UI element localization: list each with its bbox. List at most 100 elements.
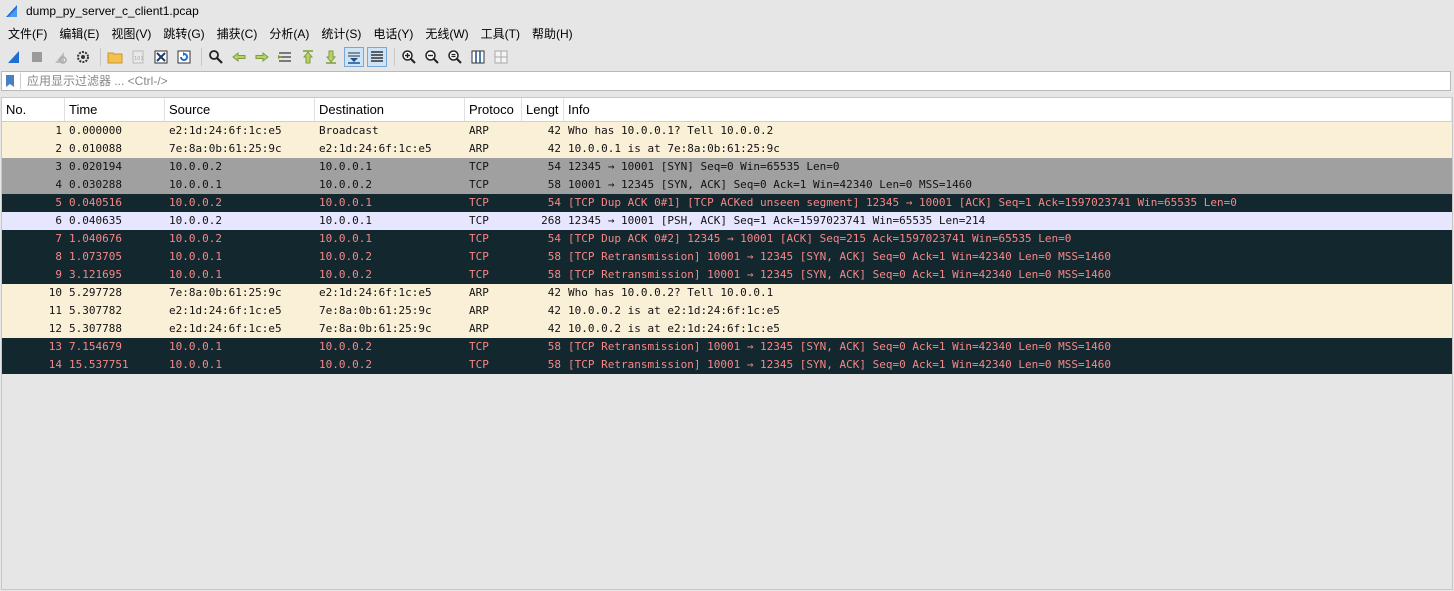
toolbar-separator [201, 48, 202, 66]
menu-edit[interactable]: 编辑(E) [53, 25, 105, 42]
shark-fin-start-icon[interactable] [4, 47, 24, 67]
stop-icon[interactable] [27, 47, 47, 67]
packet-info-cell: [TCP Dup ACK 0#2] 12345 → 10001 [ACK] Se… [568, 232, 1072, 245]
window-title: dump_py_server_c_client1.pcap [26, 4, 199, 18]
reload-icon[interactable] [174, 47, 194, 67]
packet-row[interactable]: 7 1.040676 10.0.0.2 10.0.0.1 TCP 54 [TCP Dup A… [2, 230, 1452, 248]
packet-info-cell: [TCP Dup ACK 0#1] [TCP ACKed unseen segm… [568, 196, 1237, 209]
packet-row[interactable]: 13 7.154679 10.0.0.1 10.0.0.2 TCP 58 [TCP Retr… [2, 338, 1452, 356]
column-header-time[interactable]: Time [65, 98, 165, 121]
zoom-in-icon[interactable] [399, 47, 419, 67]
packet-destination-cell: 7e:8a:0b:61:25:9c [319, 322, 432, 335]
column-header-destination[interactable]: Destination [315, 98, 465, 121]
packet-row[interactable]: 12 5.307788 e2:1d:24:6f:1c:e5 7e:8a:0b:61:2… [2, 320, 1452, 338]
packet-destination-cell: e2:1d:24:6f:1c:e5 [319, 142, 432, 155]
packet-destination-cell: 10.0.0.2 [319, 250, 372, 263]
packet-time-cell: 5.297728 [69, 286, 122, 299]
autoscroll-icon[interactable] [344, 47, 364, 67]
packet-time-cell: 3.121695 [69, 268, 122, 281]
packet-protocol-cell: TCP [469, 232, 489, 245]
packet-source-cell: 10.0.0.1 [169, 340, 222, 353]
packet-no-cell: 11 [48, 304, 62, 317]
packet-length-cell: 54 [547, 160, 561, 173]
packet-no-cell: 12 [48, 322, 62, 335]
packet-destination-cell: 10.0.0.1 [319, 232, 372, 245]
packet-source-cell: 10.0.0.2 [169, 214, 222, 227]
packet-protocol-cell: TCP [469, 214, 489, 227]
packet-source-cell: 7e:8a:0b:61:25:9c [169, 142, 282, 155]
zoom-reset-icon[interactable] [445, 47, 465, 67]
goto-packet-icon[interactable] [275, 47, 295, 67]
packet-row[interactable]: 14 15.537751 10.0.0.1 10.0.0.2 TCP 58 [TCP Ret… [2, 356, 1452, 374]
column-header-protocol[interactable]: Protoco [465, 98, 522, 121]
column-header-no[interactable]: No. [2, 98, 65, 121]
packet-row[interactable]: 10 5.297728 7e:8a:0b:61:25:9c e2:1d:24:6f:1… [2, 284, 1452, 302]
packet-destination-cell: 10.0.0.1 [319, 160, 372, 173]
colorize-icon[interactable] [367, 47, 387, 67]
wireshark-logo-icon [6, 5, 17, 17]
packet-length-cell: 58 [547, 178, 561, 191]
packet-length-cell: 42 [547, 322, 561, 335]
packet-protocol-cell: TCP [469, 178, 489, 191]
column-header-info[interactable]: Info [564, 98, 1452, 121]
menu-analyze[interactable]: 分析(A) [263, 25, 315, 42]
menu-wireless[interactable]: 无线(W) [419, 25, 474, 42]
packet-source-cell: e2:1d:24:6f:1c:e5 [169, 322, 282, 335]
close-file-icon[interactable] [151, 47, 171, 67]
packet-destination-cell: 7e:8a:0b:61:25:9c [319, 304, 432, 317]
packet-row[interactable]: 9 3.121695 10.0.0.1 10.0.0.2 TCP 58 [TCP Retra… [2, 266, 1452, 284]
last-packet-icon[interactable] [321, 47, 341, 67]
packet-protocol-cell: TCP [469, 268, 489, 281]
svg-text:101: 101 [134, 56, 144, 62]
packet-info-cell: [TCP Retransmission] 10001 → 12345 [SYN,… [568, 340, 1112, 353]
packet-row[interactable]: 1 0.000000 e2:1d:24:6f:1c:e5 Broadcast ARP 42… [2, 122, 1452, 140]
menu-file[interactable]: 文件(F) [2, 25, 53, 42]
zoom-out-icon[interactable] [422, 47, 442, 67]
first-packet-icon[interactable] [298, 47, 318, 67]
packet-no-cell: 3 [55, 160, 62, 173]
display-filter-input[interactable] [25, 73, 1429, 89]
packet-info-cell: 10.0.0.2 is at e2:1d:24:6f:1c:e5 [568, 322, 780, 335]
back-arrow-icon[interactable] [229, 47, 249, 67]
save-file-icon[interactable]: 101 [128, 47, 148, 67]
packet-no-cell: 13 [48, 340, 62, 353]
menu-go[interactable]: 跳转(G) [157, 25, 210, 42]
menu-bar: 文件(F) 编辑(E) 视图(V) 跳转(G) 捕获(C) 分析(A) 统计(S… [0, 22, 1454, 44]
open-folder-icon[interactable] [105, 47, 125, 67]
packet-source-cell: 7e:8a:0b:61:25:9c [169, 286, 282, 299]
toolbar-separator [100, 48, 101, 66]
packet-row[interactable]: 4 0.030288 10.0.0.1 10.0.0.2 TCP 58 10001 → 12… [2, 176, 1452, 194]
packet-info-cell: 12345 → 10001 [PSH, ACK] Seq=1 Ack=15970… [568, 214, 986, 227]
resize-columns-icon[interactable] [468, 47, 488, 67]
menu-view[interactable]: 视图(V) [105, 25, 157, 42]
layout-icon[interactable] [491, 47, 511, 67]
column-header-source[interactable]: Source [165, 98, 315, 121]
menu-tools[interactable]: 工具(T) [475, 25, 526, 42]
packet-length-cell: 42 [547, 124, 561, 137]
packet-info-cell: Who has 10.0.0.2? Tell 10.0.0.1 [568, 286, 774, 299]
forward-arrow-icon[interactable] [252, 47, 272, 67]
packet-rows: 1 0.000000 e2:1d:24:6f:1c:e5 Broadcast ARP 42… [2, 122, 1452, 374]
restart-icon[interactable] [50, 47, 70, 67]
packet-no-cell: 8 [55, 250, 62, 263]
packet-time-cell: 0.040516 [69, 196, 122, 209]
packet-row[interactable]: 8 1.073705 10.0.0.1 10.0.0.2 TCP 58 [TCP Retra… [2, 248, 1452, 266]
menu-capture[interactable]: 捕获(C) [211, 25, 264, 42]
packet-row[interactable]: 11 5.307782 e2:1d:24:6f:1c:e5 7e:8a:0b:61:2… [2, 302, 1452, 320]
packet-no-cell: 2 [55, 142, 62, 155]
packet-row[interactable]: 3 0.020194 10.0.0.2 10.0.0.1 TCP 54 12345 → 10… [2, 158, 1452, 176]
packet-destination-cell: Broadcast [319, 124, 379, 137]
menu-help[interactable]: 帮助(H) [526, 25, 579, 42]
packet-row[interactable]: 2 0.010088 7e:8a:0b:61:25:9c e2:1d:24:6f:1c… [2, 140, 1452, 158]
menu-statistics[interactable]: 统计(S) [315, 25, 367, 42]
packet-destination-cell: 10.0.0.1 [319, 214, 372, 227]
menu-telephony[interactable]: 电话(Y) [367, 25, 419, 42]
packet-no-cell: 1 [55, 124, 62, 137]
find-icon[interactable] [206, 47, 226, 67]
bookmark-icon[interactable] [4, 73, 21, 89]
options-gear-icon[interactable] [73, 47, 93, 67]
packet-row[interactable]: 5 0.040516 10.0.0.2 10.0.0.1 TCP 54 [TCP Dup A… [2, 194, 1452, 212]
packet-list[interactable]: No. Time Source Destination Protoco Leng… [1, 97, 1453, 590]
packet-row[interactable]: 6 0.040635 10.0.0.2 10.0.0.1 TCP 268 12345 → 1… [2, 212, 1452, 230]
column-header-length[interactable]: Lengt [522, 98, 564, 121]
